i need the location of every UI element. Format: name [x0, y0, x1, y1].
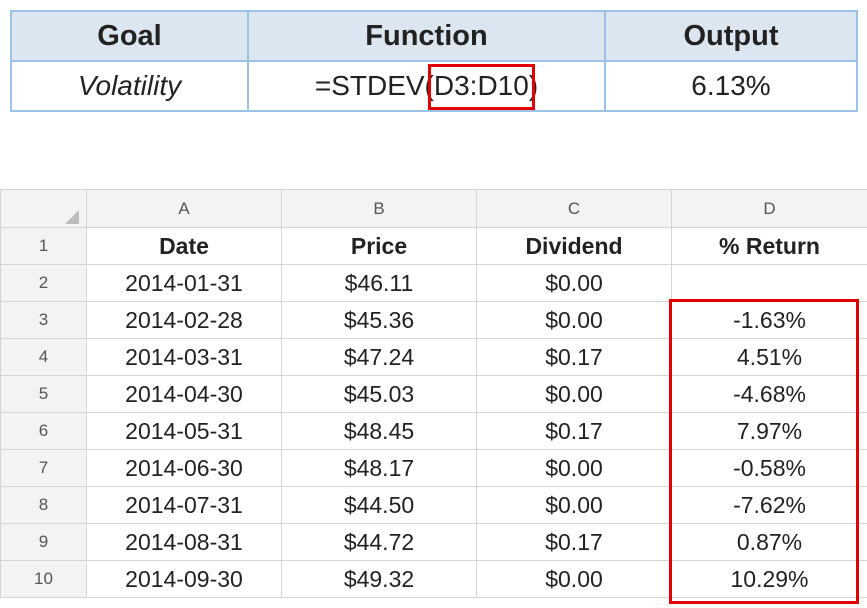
- cell-a3[interactable]: 2014-02-28: [86, 301, 282, 339]
- row-header-2[interactable]: 2: [0, 264, 87, 302]
- row-header-7[interactable]: 7: [0, 449, 87, 487]
- column-header-a[interactable]: A: [86, 189, 282, 228]
- cell-b6[interactable]: $48.45: [281, 412, 477, 450]
- row-header-3[interactable]: 3: [0, 301, 87, 339]
- table-row: 3 2014-02-28 $45.36 $0.00 -1.63%: [0, 301, 867, 339]
- cell-c6[interactable]: $0.17: [476, 412, 672, 450]
- summary-value-row: Volatility =STDEV(D3:D10) 6.13%: [10, 60, 858, 112]
- summary-header-output: Output: [604, 10, 858, 62]
- cell-c9[interactable]: $0.17: [476, 523, 672, 561]
- cell-b8[interactable]: $44.50: [281, 486, 477, 524]
- summary-header-goal: Goal: [10, 10, 249, 62]
- table-row: 6 2014-05-31 $48.45 $0.17 7.97%: [0, 412, 867, 450]
- cell-b10[interactable]: $49.32: [281, 560, 477, 598]
- spreadsheet-grid[interactable]: A B C D 1 Date Price Dividend % Return 2…: [0, 189, 867, 598]
- cell-d4[interactable]: 4.51%: [671, 338, 867, 376]
- row-header-9[interactable]: 9: [0, 523, 87, 561]
- row-header-6[interactable]: 6: [0, 412, 87, 450]
- row-header-10[interactable]: 10: [0, 560, 87, 598]
- table-row: 9 2014-08-31 $44.72 $0.17 0.87%: [0, 523, 867, 561]
- column-header-d[interactable]: D: [671, 189, 867, 228]
- cell-a4[interactable]: 2014-03-31: [86, 338, 282, 376]
- table-row: 10 2014-09-30 $49.32 $0.00 10.29%: [0, 560, 867, 598]
- cell-b7[interactable]: $48.17: [281, 449, 477, 487]
- function-suffix: ): [528, 70, 539, 101]
- column-header-c[interactable]: C: [476, 189, 672, 228]
- table-row: 7 2014-06-30 $48.17 $0.00 -0.58%: [0, 449, 867, 487]
- row-header-1[interactable]: 1: [0, 227, 87, 265]
- summary-header-function: Function: [247, 10, 606, 62]
- cell-d5[interactable]: -4.68%: [671, 375, 867, 413]
- cell-d6[interactable]: 7.97%: [671, 412, 867, 450]
- cell-d1[interactable]: % Return: [671, 227, 867, 265]
- summary-table: Goal Function Output Volatility =STDEV(D…: [10, 10, 858, 112]
- table-row: 8 2014-07-31 $44.50 $0.00 -7.62%: [0, 486, 867, 524]
- summary-function-cell: =STDEV(D3:D10): [247, 60, 606, 112]
- corner-triangle-icon: [64, 209, 79, 224]
- cell-c5[interactable]: $0.00: [476, 375, 672, 413]
- cell-b3[interactable]: $45.36: [281, 301, 477, 339]
- function-prefix: =STDEV(: [314, 70, 434, 101]
- cell-d3[interactable]: -1.63%: [671, 301, 867, 339]
- cell-a1[interactable]: Date: [86, 227, 282, 265]
- cell-d2[interactable]: [671, 264, 867, 302]
- cell-a10[interactable]: 2014-09-30: [86, 560, 282, 598]
- cell-b5[interactable]: $45.03: [281, 375, 477, 413]
- cell-c8[interactable]: $0.00: [476, 486, 672, 524]
- cell-b2[interactable]: $46.11: [281, 264, 477, 302]
- row-header-4[interactable]: 4: [0, 338, 87, 376]
- table-row: 2 2014-01-31 $46.11 $0.00: [0, 264, 867, 302]
- cell-a8[interactable]: 2014-07-31: [86, 486, 282, 524]
- table-row: 4 2014-03-31 $47.24 $0.17 4.51%: [0, 338, 867, 376]
- summary-header-row: Goal Function Output: [10, 10, 858, 62]
- column-header-b[interactable]: B: [281, 189, 477, 228]
- cell-b4[interactable]: $47.24: [281, 338, 477, 376]
- row-header-8[interactable]: 8: [0, 486, 87, 524]
- cell-a2[interactable]: 2014-01-31: [86, 264, 282, 302]
- cell-c4[interactable]: $0.17: [476, 338, 672, 376]
- cell-a9[interactable]: 2014-08-31: [86, 523, 282, 561]
- row-header-5[interactable]: 5: [0, 375, 87, 413]
- function-range: D3:D10: [427, 64, 535, 110]
- cell-a5[interactable]: 2014-04-30: [86, 375, 282, 413]
- summary-goal-value: Volatility: [10, 60, 249, 112]
- cell-c2[interactable]: $0.00: [476, 264, 672, 302]
- cell-b1[interactable]: Price: [281, 227, 477, 265]
- cell-a6[interactable]: 2014-05-31: [86, 412, 282, 450]
- cell-c1[interactable]: Dividend: [476, 227, 672, 265]
- cell-c3[interactable]: $0.00: [476, 301, 672, 339]
- cell-d10[interactable]: 10.29%: [671, 560, 867, 598]
- cell-d7[interactable]: -0.58%: [671, 449, 867, 487]
- summary-output-value: 6.13%: [604, 60, 858, 112]
- function-formula: =STDEV(D3:D10): [314, 64, 539, 110]
- table-row: 1 Date Price Dividend % Return: [0, 227, 867, 265]
- cell-a7[interactable]: 2014-06-30: [86, 449, 282, 487]
- cell-d8[interactable]: -7.62%: [671, 486, 867, 524]
- function-range-text: D3:D10: [433, 70, 529, 101]
- cell-c10[interactable]: $0.00: [476, 560, 672, 598]
- table-row: 5 2014-04-30 $45.03 $0.00 -4.68%: [0, 375, 867, 413]
- column-header-row: A B C D: [0, 189, 867, 228]
- cell-d9[interactable]: 0.87%: [671, 523, 867, 561]
- select-all-corner[interactable]: [0, 189, 87, 228]
- cell-c7[interactable]: $0.00: [476, 449, 672, 487]
- cell-b9[interactable]: $44.72: [281, 523, 477, 561]
